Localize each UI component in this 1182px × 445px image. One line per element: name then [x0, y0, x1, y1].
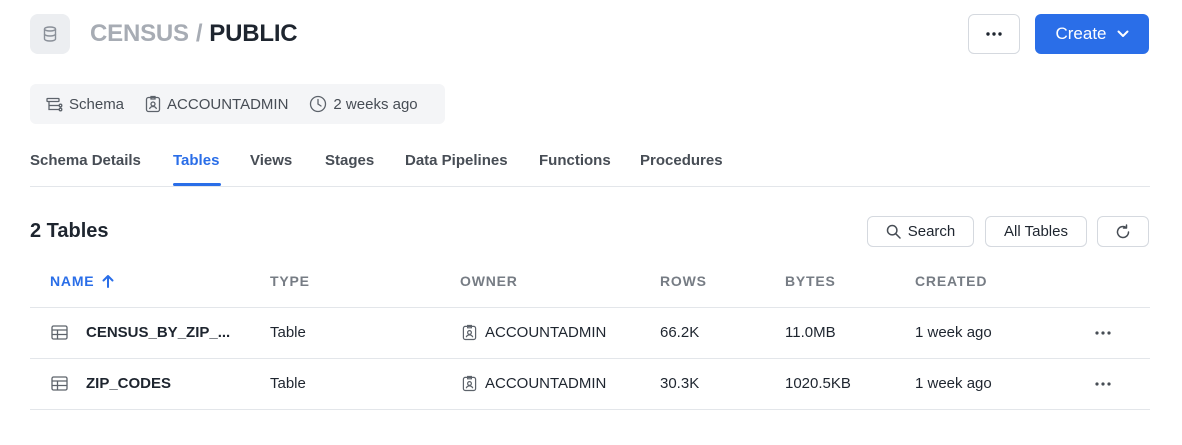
create-button-label: Create — [1055, 24, 1107, 43]
column-header-created-label: CREATED — [915, 273, 988, 289]
table-rows: 30.3K — [660, 375, 700, 392]
more-actions-button[interactable] — [968, 14, 1020, 54]
all-tables-filter[interactable]: All Tables — [985, 216, 1087, 247]
more-horizontal-icon — [986, 32, 1002, 36]
column-header-owner[interactable]: OWNER — [460, 273, 518, 289]
tab-tables[interactable]: Tables — [173, 152, 219, 169]
all-tables-filter-label: All Tables — [1004, 223, 1068, 240]
tab-procedures[interactable]: Procedures — [640, 152, 723, 169]
role-badge-icon — [462, 324, 477, 341]
breadcrumb-database[interactable]: CENSUS — [90, 20, 189, 47]
table-name[interactable]: CENSUS_BY_ZIP_... — [86, 324, 230, 341]
table-type: Table — [270, 375, 306, 392]
breadcrumb-schema: PUBLIC — [209, 20, 298, 47]
column-header-type[interactable]: TYPE — [270, 273, 310, 289]
table-rows: 66.2K — [660, 324, 700, 341]
meta-type: Schema — [46, 96, 124, 113]
search-button-label: Search — [907, 223, 956, 240]
chevron-down-icon — [1117, 30, 1129, 37]
page-title: CENSUS / PUBLIC — [90, 20, 298, 48]
create-button[interactable]: Create — [1035, 14, 1149, 54]
refresh-button[interactable] — [1097, 216, 1149, 247]
column-header-rows[interactable]: ROWS — [660, 273, 707, 289]
refresh-icon — [1116, 223, 1130, 238]
table-bytes: 11.0MB — [785, 324, 836, 341]
more-horizontal-icon — [1095, 382, 1111, 386]
column-header-name[interactable]: NAME — [50, 273, 114, 289]
page-header: CENSUS / PUBLIC Create — [30, 14, 1150, 54]
clock-icon — [310, 95, 327, 113]
role-badge-icon — [462, 375, 477, 392]
table-owner: ACCOUNTADMIN — [462, 324, 606, 341]
row-actions-button[interactable] — [1092, 373, 1114, 395]
table-created: 1 week ago — [915, 324, 992, 341]
column-header-bytes-label: BYTES — [785, 273, 836, 289]
table-owner-label: ACCOUNTADMIN — [485, 324, 607, 341]
table-name[interactable]: ZIP_CODES — [86, 375, 171, 392]
table-owner: ACCOUNTADMIN — [462, 375, 606, 392]
table-icon — [51, 325, 68, 340]
column-header-rows-label: ROWS — [660, 273, 707, 289]
tab-data-pipelines[interactable]: Data Pipelines — [405, 152, 508, 169]
meta-type-label: Schema — [69, 95, 125, 113]
schema-meta-bar: Schema ACCOUNTADMIN 2 weeks ago — [30, 84, 445, 124]
search-icon — [886, 224, 901, 239]
role-badge-icon — [145, 95, 161, 113]
table-icon — [51, 376, 68, 391]
table-type: Table — [270, 324, 306, 341]
arrow-up-icon — [102, 275, 114, 288]
schema-tabs: Schema Details Tables Views Stages Data … — [30, 146, 1150, 187]
table-count-title: 2 Tables — [30, 220, 109, 242]
column-header-created[interactable]: CREATED — [915, 273, 987, 289]
row-actions-button[interactable] — [1092, 322, 1114, 344]
search-button[interactable]: Search — [867, 216, 974, 247]
tab-stages[interactable]: Stages — [325, 152, 374, 169]
column-header-owner-label: OWNER — [460, 273, 518, 289]
tab-schema-details[interactable]: Schema Details — [30, 152, 141, 169]
tab-views[interactable]: Views — [250, 152, 292, 169]
table-header: NAME TYPE OWNER ROWS BYTES CREATED — [30, 259, 1150, 308]
breadcrumb-separator: / — [195, 20, 203, 47]
table-owner-label: ACCOUNTADMIN — [485, 375, 607, 392]
column-header-type-label: TYPE — [270, 273, 310, 289]
database-icon — [30, 14, 70, 54]
column-header-name-label: NAME — [50, 273, 95, 289]
meta-owner-label: ACCOUNTADMIN — [167, 95, 289, 113]
active-tab-indicator — [173, 183, 221, 186]
tab-functions[interactable]: Functions — [539, 152, 611, 169]
meta-owner: ACCOUNTADMIN — [145, 95, 288, 113]
table-row[interactable]: CENSUS_BY_ZIP_... Table ACCOUNTADMIN 66.… — [30, 308, 1150, 359]
table-bytes: 1020.5KB — [785, 375, 851, 392]
column-header-bytes[interactable]: BYTES — [785, 273, 836, 289]
table-row[interactable]: ZIP_CODES Table ACCOUNTADMIN 30.3K 1020.… — [30, 359, 1150, 410]
table-created: 1 week ago — [915, 375, 992, 392]
meta-age-label: 2 weeks ago — [333, 95, 418, 113]
more-horizontal-icon — [1095, 331, 1111, 335]
meta-age: 2 weeks ago — [309, 95, 418, 113]
schema-icon — [46, 97, 63, 111]
